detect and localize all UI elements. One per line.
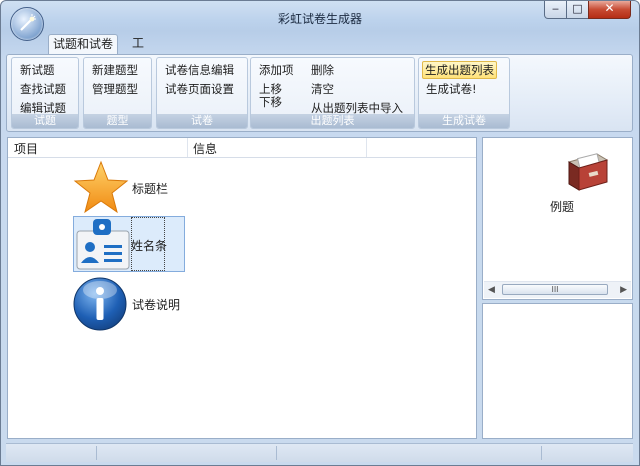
manage-types-button[interactable]: 管理题型 [90, 81, 140, 97]
preview-panel[interactable]: 例题 ◀ III ▶ [482, 137, 633, 300]
close-icon: ✕ [604, 1, 615, 15]
title-bar: 彩虹试卷生成器 ‒ □ ✕ [1, 1, 639, 41]
detail-panel[interactable] [482, 303, 633, 439]
column-divider[interactable] [187, 138, 188, 157]
horizontal-scrollbar[interactable]: ◀ III ▶ [484, 281, 631, 298]
paper-page-setup-button[interactable]: 试卷页面设置 [163, 81, 236, 97]
ribbon-group-label: 试卷 [157, 114, 247, 128]
minimize-button[interactable]: ‒ [544, 1, 567, 19]
add-item-button[interactable]: 添加项 [257, 62, 296, 78]
ribbon-group-questions: 新试题 查找试题 编辑试题 试题 [11, 57, 79, 129]
id-card-icon [76, 219, 130, 270]
tab-tools[interactable]: 工具 [124, 34, 152, 69]
paper-items-list[interactable]: 项目 信息 标题栏 姓名条 试卷说明 [7, 137, 477, 439]
status-divider [541, 446, 542, 460]
new-question-button[interactable]: 新试题 [18, 62, 57, 78]
column-header-item[interactable]: 项目 [14, 140, 38, 157]
ribbon: 新试题 查找试题 编辑试题 试题 新建题型 管理题型 题型 试卷信息编辑 试卷页… [6, 54, 633, 132]
find-question-button[interactable]: 查找试题 [18, 81, 68, 97]
ribbon-group-types: 新建题型 管理题型 题型 [83, 57, 152, 129]
preview-item-label: 例题 [550, 200, 575, 214]
app-window: 彩虹试卷生成器 ‒ □ ✕ 试题和试卷 工具 新试题 查找试题 编辑试题 试题 … [0, 0, 640, 466]
move-down-button[interactable]: 下移 [257, 94, 284, 110]
ribbon-group-label: 题型 [84, 114, 151, 128]
status-bar [6, 443, 633, 462]
wand-icon [20, 14, 36, 31]
column-divider[interactable] [366, 138, 367, 157]
maximize-icon: □ [572, 2, 583, 15]
star-icon [73, 160, 129, 214]
minimize-icon: ‒ [552, 2, 559, 15]
list-item-label: 标题栏 [132, 182, 169, 196]
delete-button[interactable]: 删除 [309, 62, 336, 78]
scroll-left-icon[interactable]: ◀ [488, 285, 495, 295]
status-divider [96, 446, 97, 460]
scroll-thumb[interactable]: III [502, 284, 608, 295]
new-type-button[interactable]: 新建题型 [90, 62, 140, 78]
ribbon-group-generate: 生成出题列表 生成试卷! 生成试卷 [418, 57, 510, 129]
list-header: 项目 信息 [8, 138, 476, 158]
file-box-icon [567, 153, 609, 191]
list-item[interactable]: 试卷说明 [72, 276, 192, 332]
list-item[interactable]: 标题栏 [72, 160, 192, 216]
list-item-selected[interactable]: 姓名条 [73, 216, 185, 272]
generate-question-list-button[interactable]: 生成出题列表 [422, 61, 497, 79]
status-divider [276, 446, 277, 460]
ribbon-group-label: 出题列表 [251, 114, 414, 128]
scroll-right-icon[interactable]: ▶ [620, 285, 627, 295]
app-menu-button[interactable] [10, 7, 44, 41]
info-icon [73, 277, 127, 331]
close-button[interactable]: ✕ [588, 1, 631, 19]
ribbon-group-paper: 试卷信息编辑 试卷页面设置 试卷 [156, 57, 248, 129]
list-item-label: 姓名条 [131, 239, 168, 253]
tab-questions-and-papers[interactable]: 试题和试卷 [48, 34, 118, 55]
clear-button[interactable]: 清空 [309, 81, 336, 97]
column-header-info[interactable]: 信息 [193, 140, 217, 157]
list-item-label: 试卷说明 [132, 298, 181, 312]
ribbon-group-label: 生成试卷 [419, 114, 509, 128]
paper-info-edit-button[interactable]: 试卷信息编辑 [163, 62, 236, 78]
ribbon-group-label: 试题 [12, 114, 78, 128]
maximize-button[interactable]: □ [566, 1, 589, 19]
generate-paper-button[interactable]: 生成试卷! [424, 81, 479, 97]
ribbon-group-question-list: 添加项 上移 下移 删除 清空 从出题列表中导入 出题列表 [250, 57, 415, 129]
